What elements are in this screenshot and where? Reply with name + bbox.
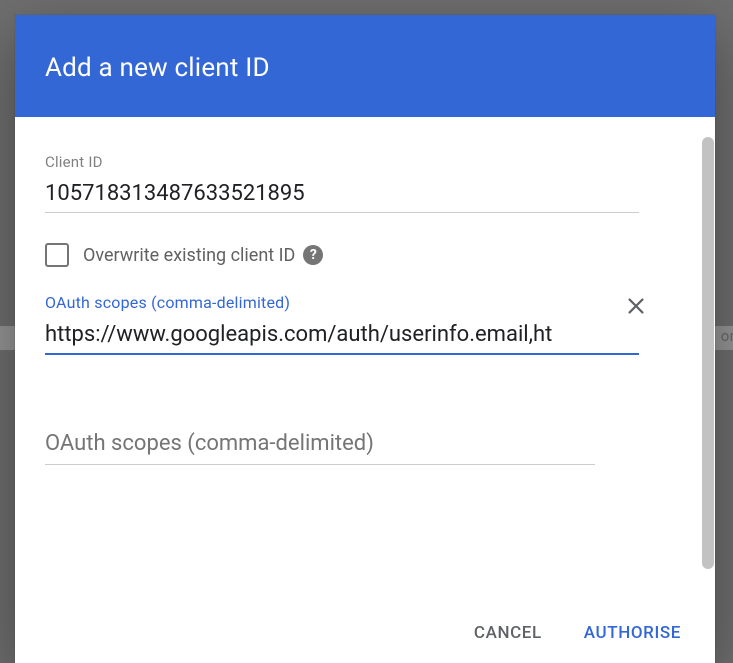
cancel-button[interactable]: CANCEL	[470, 617, 546, 649]
dialog-body: Client ID Overwrite existing client ID ?…	[15, 117, 715, 601]
client-id-label: Client ID	[45, 153, 685, 171]
overwrite-label: Overwrite existing client ID ?	[83, 245, 323, 266]
oauth-scopes-input-1[interactable]	[45, 318, 639, 355]
oauth-scopes-input-2[interactable]	[45, 427, 595, 465]
oauth-scopes-label-1: OAuth scopes (comma-delimited)	[45, 293, 605, 312]
authorise-button[interactable]: AUTHORISE	[580, 617, 685, 649]
backdrop-partial-text: or	[721, 327, 733, 345]
oauth-scopes-row-1: OAuth scopes (comma-delimited)	[45, 293, 685, 355]
scrollbar[interactable]	[702, 137, 715, 569]
dialog-add-client-id: Add a new client ID Client ID Overwrite …	[15, 15, 715, 663]
client-id-input[interactable]	[45, 177, 639, 213]
scrollbar-thumb[interactable]	[702, 137, 714, 569]
help-icon[interactable]: ?	[303, 245, 323, 265]
dialog-title: Add a new client ID	[45, 53, 685, 83]
dialog-header: Add a new client ID	[15, 15, 715, 117]
overwrite-label-text: Overwrite existing client ID	[83, 245, 295, 266]
client-id-field: Client ID	[45, 153, 685, 213]
oauth-scopes-row-2	[45, 427, 685, 465]
overwrite-row: Overwrite existing client ID ?	[45, 243, 685, 267]
dialog-actions: CANCEL AUTHORISE	[15, 601, 715, 663]
close-icon[interactable]	[625, 295, 647, 317]
overwrite-checkbox[interactable]	[45, 243, 69, 267]
